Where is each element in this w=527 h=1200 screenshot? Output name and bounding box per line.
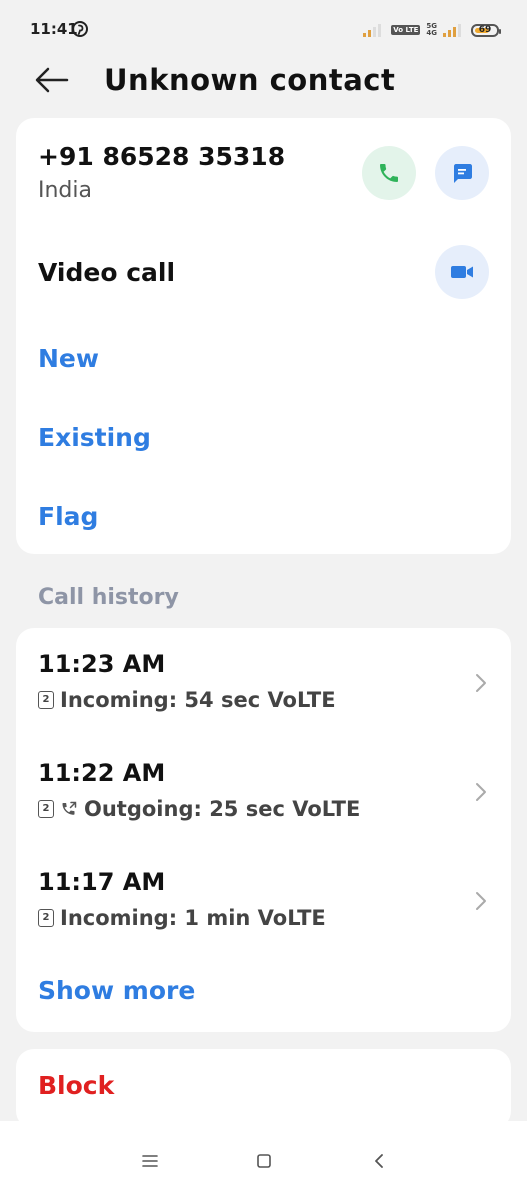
menu-icon (142, 1155, 158, 1167)
contact-card: +91 86528 35318 India Video call New Exi… (16, 118, 511, 554)
back-nav-button[interactable] (364, 1147, 394, 1175)
call-history-row[interactable]: 11:23 AM 2 Incoming: 54 sec VoLTE (16, 650, 511, 740)
outgoing-call-icon (62, 801, 77, 815)
status-time: 11:41 (30, 20, 78, 38)
call-history-row[interactable]: 11:17 AM 2 Incoming: 1 min VoLTE (16, 868, 511, 958)
block-card: Block (16, 1049, 511, 1129)
call-detail-text: Outgoing: 25 sec VoLTE (84, 797, 361, 821)
back-button[interactable] (34, 65, 74, 97)
battery-level: 69 (478, 25, 492, 35)
chevron-right-icon (476, 892, 486, 910)
call-time: 11:22 AM (38, 759, 166, 787)
phone-number: +91 86528 35318 (38, 142, 286, 171)
call-history-row[interactable]: 11:22 AM 2 Outgoing: 25 sec VoLTE (16, 759, 511, 849)
phone-region: India (38, 178, 92, 203)
pinterest-icon (72, 21, 88, 37)
sim-2-icon: 2 (38, 800, 54, 818)
battery-icon: 69 (471, 23, 501, 37)
status-bar: 11:41 Vo LTE 5G 4G 69 (0, 0, 527, 60)
signal-1-icon (363, 24, 382, 37)
call-time: 11:23 AM (38, 650, 166, 678)
video-camera-icon (451, 266, 473, 278)
message-button[interactable] (435, 146, 489, 200)
video-call-label: Video call (38, 258, 176, 287)
phone-icon (380, 164, 398, 182)
add-to-existing-link[interactable]: Existing (38, 423, 151, 452)
call-history-card: 11:23 AM 2 Incoming: 54 sec VoLTE 11:22 … (16, 628, 511, 1032)
sim-2-icon: 2 (38, 909, 54, 927)
chevron-right-icon (476, 783, 486, 801)
call-history-title: Call history (38, 585, 179, 610)
call-detail-text: Incoming: 1 min VoLTE (60, 906, 326, 930)
new-contact-link[interactable]: New (38, 344, 99, 373)
navigation-bar (0, 1121, 527, 1200)
call-button[interactable] (362, 146, 416, 200)
chevron-right-icon (476, 674, 486, 692)
block-button[interactable]: Block (38, 1071, 114, 1100)
flag-link[interactable]: Flag (38, 502, 98, 531)
header: Unknown contact (0, 55, 527, 111)
message-icon (454, 164, 472, 183)
menu-nav-button[interactable] (135, 1147, 165, 1175)
home-nav-button[interactable] (249, 1147, 279, 1175)
chevron-left-icon (375, 1154, 383, 1168)
page-title: Unknown contact (104, 63, 396, 97)
home-square-icon (257, 1154, 271, 1168)
call-detail: 2 Incoming: 54 sec VoLTE (38, 688, 336, 712)
status-indicators: Vo LTE 5G 4G 69 (363, 20, 501, 40)
network-4g: 4G (426, 29, 437, 37)
call-detail: 2 Incoming: 1 min VoLTE (38, 906, 326, 930)
battery-tip (499, 28, 501, 34)
signal-2-icon (443, 24, 461, 37)
network-type: 5G 4G (426, 23, 437, 37)
call-time: 11:17 AM (38, 868, 166, 896)
call-detail: 2 Outgoing: 25 sec VoLTE (38, 797, 360, 821)
arrow-left-icon (35, 67, 69, 93)
sim-2-icon: 2 (38, 691, 54, 709)
video-call-button[interactable] (435, 245, 489, 299)
call-detail-text: Incoming: 54 sec VoLTE (60, 688, 336, 712)
show-more-link[interactable]: Show more (38, 976, 195, 1005)
volte-tag: Vo LTE (391, 25, 421, 35)
